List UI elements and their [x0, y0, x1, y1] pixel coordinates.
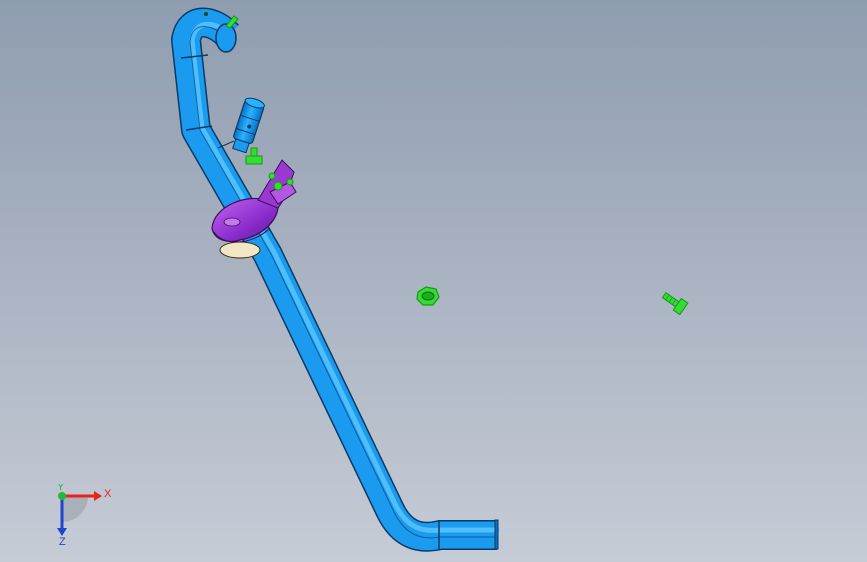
reference-triad: X Y Z — [57, 484, 112, 546]
y-axis-label: Y — [57, 484, 65, 493]
model-scene[interactable] — [0, 0, 867, 562]
sensor-fitting[interactable] — [230, 96, 266, 154]
triad-plane-icon — [62, 496, 88, 522]
x-axis-label: X — [104, 488, 112, 500]
pipe-assembly[interactable] — [171, 7, 500, 552]
cad-graphics-viewport[interactable]: X Y Z — [0, 0, 867, 562]
bolt[interactable] — [660, 289, 689, 316]
z-axis-label: Z — [59, 536, 66, 546]
nut[interactable] — [416, 286, 440, 306]
y-axis-dot-icon — [58, 492, 66, 500]
